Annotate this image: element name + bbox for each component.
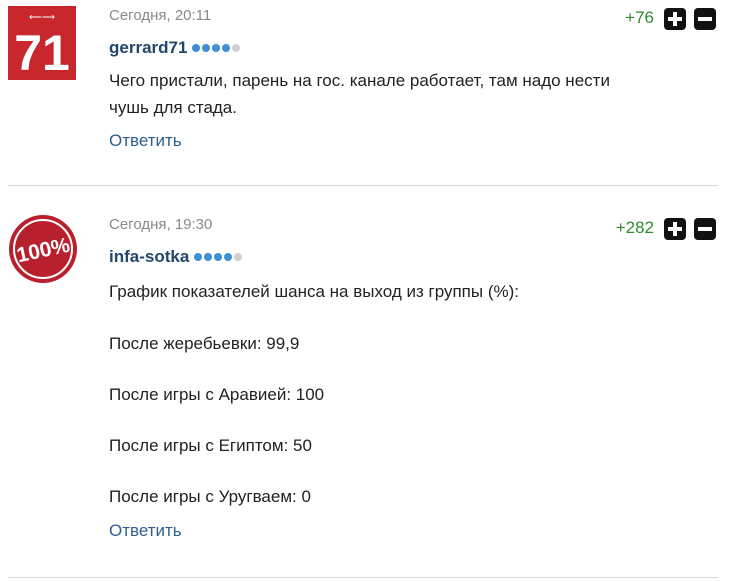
upvote-button[interactable] bbox=[664, 8, 686, 30]
avatar[interactable]: 100% bbox=[8, 214, 78, 284]
comment-score: +282 bbox=[615, 218, 654, 237]
rating-dot bbox=[214, 252, 223, 261]
avatar-text: 71 bbox=[14, 25, 70, 80]
rating-dot bbox=[192, 43, 201, 52]
user-rating bbox=[192, 43, 241, 52]
downvote-button[interactable] bbox=[694, 218, 716, 240]
reply-link[interactable]: Ответить bbox=[109, 131, 182, 151]
avatar[interactable]: ⟵⟶ 71 bbox=[8, 6, 76, 81]
svg-text:⟵⟶: ⟵⟶ bbox=[29, 12, 55, 22]
downvote-button[interactable] bbox=[694, 8, 716, 30]
upvote-button[interactable] bbox=[664, 218, 686, 240]
rating-dot bbox=[232, 43, 241, 52]
rating-dot bbox=[234, 252, 243, 261]
rating-dot bbox=[204, 252, 213, 261]
username-text[interactable]: infa-sotka bbox=[109, 247, 189, 266]
comment-text-line: После жеребьевки: 99,9 bbox=[109, 334, 300, 353]
rating-dot bbox=[194, 252, 203, 261]
comment-text-line: Чего пристали, парень на гос. канале раб… bbox=[109, 71, 610, 90]
comment-item: 100% Сегодня, 19:30 infa-sotka График по… bbox=[0, 186, 730, 582]
comment-text-line: После игры с Уругваем: 0 bbox=[109, 487, 311, 506]
plus-icon bbox=[668, 12, 682, 26]
rating-dot bbox=[202, 43, 211, 52]
user-rating bbox=[194, 252, 243, 261]
comment-item: ⟵⟶ 71 Сегодня, 20:11 gerrard71 Чего прис… bbox=[0, 0, 730, 186]
comment-text-line: чушь для стада. bbox=[109, 98, 237, 117]
username-text[interactable]: gerrard71 bbox=[109, 38, 187, 57]
comment-time: Сегодня, 20:11 bbox=[109, 7, 212, 24]
divider bbox=[8, 577, 718, 578]
comment-text-line: После игры с Египтом: 50 bbox=[109, 436, 312, 455]
username-link[interactable]: gerrard71 bbox=[109, 38, 241, 58]
rating-dot bbox=[222, 43, 231, 52]
comment-score: +76 bbox=[625, 8, 654, 27]
minus-icon bbox=[698, 17, 712, 21]
reply-link[interactable]: Ответить bbox=[109, 521, 182, 541]
comment-time: Сегодня, 19:30 bbox=[109, 216, 213, 233]
comment-text-line: График показателей шанса на выход из гру… bbox=[109, 282, 519, 301]
comment-text-line: После игры с Аравией: 100 bbox=[109, 385, 325, 404]
rating-dot bbox=[212, 43, 221, 52]
plus-icon bbox=[668, 222, 682, 236]
username-link[interactable]: infa-sotka bbox=[109, 247, 243, 267]
rating-dot bbox=[224, 252, 233, 261]
minus-icon bbox=[698, 227, 712, 231]
